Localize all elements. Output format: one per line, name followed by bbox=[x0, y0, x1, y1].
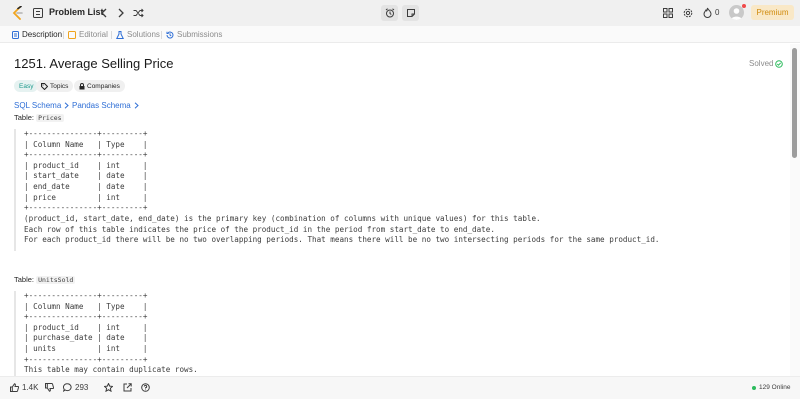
description-icon bbox=[12, 30, 19, 39]
panel-icon[interactable] bbox=[663, 8, 673, 18]
code-line: For each product_id there will be no two… bbox=[24, 235, 660, 244]
tab-label: Editorial bbox=[79, 30, 108, 39]
thumbs-down-icon bbox=[45, 383, 54, 392]
sql-schema-link[interactable]: SQL Schema bbox=[14, 101, 70, 110]
code-line: | product_id | int | bbox=[24, 161, 148, 170]
code-line: +---------------+---------+ bbox=[24, 355, 148, 364]
star-icon bbox=[104, 383, 113, 392]
schema-label: Pandas Schema bbox=[72, 101, 131, 110]
tab-editorial[interactable]: Editorial bbox=[68, 30, 108, 39]
solved-label: Solved bbox=[749, 59, 774, 68]
code-line: | purchase_date | date | bbox=[24, 333, 148, 342]
help-button[interactable] bbox=[141, 383, 150, 392]
tab-solutions[interactable]: Solutions bbox=[116, 30, 160, 39]
tab-description[interactable]: Description bbox=[12, 30, 62, 39]
topics-label: Topics bbox=[50, 82, 69, 90]
tab-divider bbox=[111, 31, 112, 39]
code-line: +---------------+---------+ bbox=[24, 291, 148, 300]
units-schema-block: +---------------+---------+ | Column Nam… bbox=[14, 291, 790, 376]
prices-table-label: Table: Prices bbox=[14, 113, 64, 122]
streak-count: 0 bbox=[715, 8, 720, 17]
lock-icon bbox=[79, 82, 85, 90]
tab-label: Submissions bbox=[177, 30, 223, 39]
like-button[interactable]: 1.4K bbox=[10, 383, 38, 392]
next-icon[interactable] bbox=[117, 8, 125, 18]
tab-label: Solutions bbox=[127, 30, 160, 39]
thumbs-up-icon bbox=[10, 383, 19, 392]
units-table-label: Table: UnitsSold bbox=[14, 275, 76, 284]
code-line: | units | int | bbox=[24, 344, 148, 353]
share-icon bbox=[123, 383, 132, 392]
scrollbar[interactable] bbox=[790, 44, 800, 376]
fire-icon[interactable] bbox=[703, 7, 712, 18]
help-icon bbox=[141, 383, 150, 392]
page-title: 1251. Average Selling Price bbox=[14, 56, 174, 71]
code-line: | end_date | date | bbox=[24, 182, 148, 191]
comments-button[interactable]: 293 bbox=[63, 383, 88, 392]
difficulty-badge[interactable]: Easy bbox=[14, 80, 39, 92]
online-status: 129 Online bbox=[752, 384, 790, 391]
code-line: This table may contain duplicate rows. bbox=[24, 365, 198, 374]
logo-icon[interactable] bbox=[11, 6, 25, 20]
tab-label: Description bbox=[22, 30, 63, 39]
scrollbar-thumb[interactable] bbox=[792, 48, 797, 158]
top-navbar: Problem List 0 Premium bbox=[0, 0, 800, 26]
comment-icon bbox=[63, 383, 72, 392]
online-count: 129 Online bbox=[759, 384, 791, 391]
notification-dot bbox=[742, 4, 746, 8]
share-button[interactable] bbox=[123, 383, 132, 392]
tab-submissions[interactable]: Submissions bbox=[166, 30, 222, 39]
code-line: | Column Name | Type | bbox=[24, 302, 148, 311]
table-label-text: Table: bbox=[14, 275, 35, 284]
premium-button[interactable]: Premium bbox=[751, 5, 794, 20]
problem-list-link[interactable]: Problem List bbox=[49, 7, 104, 17]
code-line: | product_id | int | bbox=[24, 323, 148, 332]
editorial-icon bbox=[68, 30, 76, 39]
table-label-text: Table: bbox=[14, 113, 35, 122]
tab-divider bbox=[63, 31, 64, 39]
code-line: | price | int | bbox=[24, 193, 148, 202]
code-line: +---------------+---------+ bbox=[24, 312, 148, 321]
table-name: Prices bbox=[36, 114, 64, 122]
list-icon[interactable] bbox=[33, 8, 43, 18]
settings-icon[interactable] bbox=[683, 8, 693, 18]
code-line: +---------------+---------+ bbox=[24, 150, 148, 159]
topics-chip[interactable]: Topics bbox=[36, 80, 74, 92]
code-line: | start_date | date | bbox=[24, 171, 148, 180]
check-circle-icon bbox=[775, 59, 784, 68]
code-line: | Column Name | Type | bbox=[24, 140, 148, 149]
companies-label: Companies bbox=[87, 82, 120, 90]
schema-label: SQL Schema bbox=[14, 101, 62, 110]
pandas-schema-link[interactable]: Pandas Schema bbox=[72, 101, 139, 110]
code-line: +---------------+---------+ bbox=[24, 203, 148, 212]
like-count: 1.4K bbox=[22, 383, 39, 392]
chevron-right-icon bbox=[64, 102, 70, 109]
dislike-button[interactable] bbox=[45, 383, 54, 392]
code-line: Each row of this table indicates the pri… bbox=[24, 225, 495, 234]
submissions-icon bbox=[166, 31, 174, 39]
companies-chip[interactable]: Companies bbox=[74, 80, 125, 92]
tag-icon bbox=[41, 82, 48, 90]
online-dot bbox=[752, 385, 756, 390]
tab-divider bbox=[161, 31, 162, 39]
bottom-action-bar: 1.4K 293 129 Online bbox=[0, 376, 800, 399]
chevron-right-icon bbox=[134, 102, 139, 109]
solutions-icon bbox=[116, 30, 124, 39]
solved-status: Solved bbox=[749, 59, 784, 68]
notes-button[interactable] bbox=[402, 5, 419, 21]
timer-button[interactable] bbox=[381, 5, 398, 21]
prev-icon[interactable] bbox=[100, 8, 108, 18]
shuffle-icon[interactable] bbox=[133, 8, 144, 18]
timer-icon bbox=[385, 8, 395, 18]
favorite-button[interactable] bbox=[104, 383, 113, 392]
prices-schema-block: +---------------+---------+ | Column Nam… bbox=[14, 129, 790, 251]
tab-bar: Description Editorial Solutions Submissi… bbox=[0, 26, 800, 43]
code-line: (product_id, start_date, end_date) is th… bbox=[24, 214, 541, 223]
description-panel: 1251. Average Selling Price Solved Easy … bbox=[0, 44, 790, 376]
code-line: +---------------+---------+ bbox=[24, 129, 148, 138]
table-name: UnitsSold bbox=[36, 276, 76, 284]
notes-icon bbox=[406, 8, 416, 18]
comment-count: 293 bbox=[75, 383, 89, 392]
